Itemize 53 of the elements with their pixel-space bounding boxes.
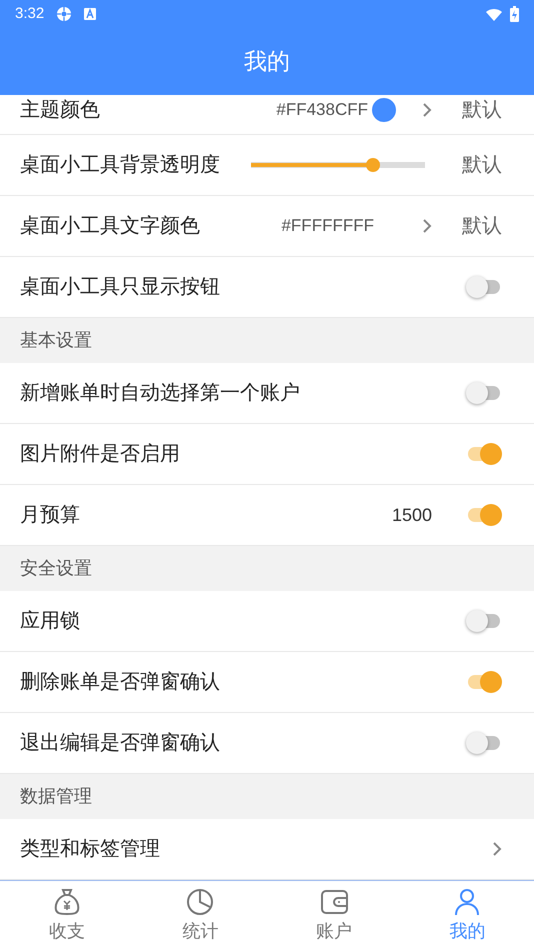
color-value: #FF438CFF xyxy=(276,99,368,122)
settings-row[interactable]: 主题颜色 #FF438CFF 默认 xyxy=(0,95,534,135)
setting-label: 图片附件是否启用 xyxy=(20,442,180,467)
aperture-icon xyxy=(56,6,72,22)
settings-row[interactable]: 月预算 1500 xyxy=(0,485,534,546)
setting-label: 新增账单时自动选择第一个账户 xyxy=(20,381,300,406)
setting-label: 类型和标签管理 xyxy=(20,837,160,862)
color-value: #FFFFFFFF xyxy=(281,215,374,238)
nav-tab[interactable]: 收支 xyxy=(0,886,134,944)
settings-row[interactable]: 应用锁 xyxy=(0,591,534,652)
setting-label: 应用锁 xyxy=(20,609,80,634)
reset-link[interactable]: 默认 xyxy=(462,211,502,241)
setting-label: 月预算 xyxy=(20,503,80,528)
budget-value: 1500 xyxy=(392,504,432,526)
nav-tab[interactable]: 统计 xyxy=(134,886,267,944)
section-header: 数据管理 xyxy=(20,785,92,808)
status-time: 3:32 xyxy=(15,4,44,24)
toggle-switch[interactable] xyxy=(466,381,502,405)
battery-icon xyxy=(510,6,519,22)
chevron-right-icon xyxy=(422,218,432,234)
settings-row[interactable]: 新增账单时自动选择第一个账户 xyxy=(0,363,534,424)
settings-row[interactable]: 桌面小工具背景透明度 默认 xyxy=(0,135,534,196)
chevron-right-icon xyxy=(422,102,432,118)
section-header: 基本设置 xyxy=(20,329,92,352)
settings-row[interactable]: 桌面小工具文字颜色 #FFFFFFFF 默认 xyxy=(0,196,534,257)
pie-chart-icon xyxy=(185,886,216,916)
setting-label: 删除账单是否弹窗确认 xyxy=(20,670,220,695)
setting-label: 桌面小工具背景透明度 xyxy=(20,153,220,178)
keyboard-a-icon xyxy=(84,8,96,20)
setting-label: 主题颜色 xyxy=(20,98,100,123)
toggle-switch[interactable] xyxy=(466,503,502,527)
slider-thumb[interactable] xyxy=(366,158,380,172)
chevron-right-icon xyxy=(492,841,502,857)
toggle-switch[interactable] xyxy=(466,275,502,299)
settings-row[interactable]: 删除账单是否弹窗确认 xyxy=(0,652,534,713)
toggle-switch[interactable] xyxy=(466,670,502,694)
money-bag-icon xyxy=(52,886,82,916)
section-header: 安全设置 xyxy=(20,557,92,580)
settings-row[interactable]: 退出编辑是否弹窗确认 xyxy=(0,713,534,774)
settings-row[interactable]: 类型和标签管理 xyxy=(0,819,534,880)
settings-row[interactable]: 图片附件是否启用 xyxy=(0,424,534,485)
setting-label: 退出编辑是否弹窗确认 xyxy=(20,731,220,756)
setting-label: 桌面小工具只显示按钮 xyxy=(20,275,220,300)
toggle-switch[interactable] xyxy=(466,609,502,633)
nav-tab[interactable]: 账户 xyxy=(267,886,400,944)
toggle-switch[interactable] xyxy=(466,731,502,755)
toggle-switch[interactable] xyxy=(466,442,502,466)
settings-row[interactable]: 桌面小工具只显示按钮 xyxy=(0,257,534,318)
page-title: 我的 xyxy=(244,47,290,76)
reset-link[interactable]: 默认 xyxy=(462,95,502,125)
setting-label: 桌面小工具文字颜色 xyxy=(20,214,200,239)
reset-link[interactable]: 默认 xyxy=(462,150,502,180)
wifi-icon xyxy=(486,8,502,20)
